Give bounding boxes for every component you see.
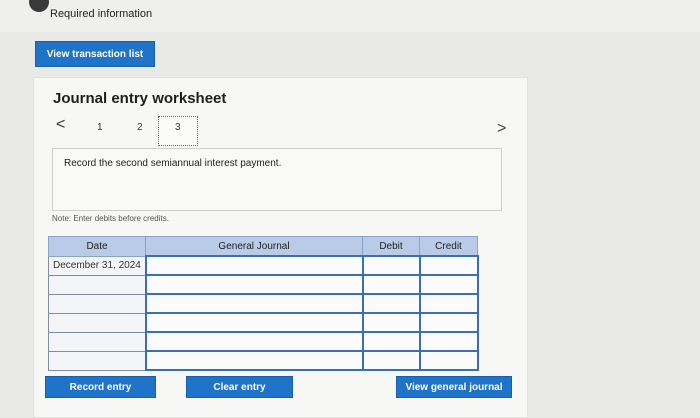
next-entry-chevron-icon[interactable]: > <box>497 120 506 138</box>
table-row: December 31, 2024 <box>48 255 479 276</box>
debit-input[interactable] <box>361 293 421 314</box>
instruction-text: Record the second semiannual interest pa… <box>64 158 282 169</box>
note-text: Note: Enter debits before credits. <box>52 214 169 223</box>
date-cell: December 31, 2024 <box>48 255 146 276</box>
date-cell <box>48 350 146 371</box>
table-row <box>48 350 479 371</box>
account-input[interactable] <box>144 331 364 352</box>
record-entry-button[interactable]: Record entry <box>45 376 156 398</box>
view-transaction-list-button[interactable]: View transaction list <box>35 41 155 67</box>
prev-entry-chevron-icon[interactable]: < <box>56 116 65 134</box>
date-cell <box>48 312 146 333</box>
table-header-row: Date General Journal Debit Credit <box>48 236 478 257</box>
date-cell <box>48 293 146 314</box>
entry-tab-3-label: 3 <box>175 122 181 133</box>
required-info-label: Required information <box>50 8 153 20</box>
credit-input[interactable] <box>418 255 479 276</box>
table-row <box>48 312 479 333</box>
credit-input[interactable] <box>418 331 479 352</box>
journal-table: Date General Journal Debit Credit Decemb… <box>48 236 479 371</box>
credit-input[interactable] <box>418 293 479 314</box>
account-input[interactable] <box>144 350 364 371</box>
date-column-header: Date <box>48 236 146 257</box>
account-input[interactable] <box>144 274 364 295</box>
debit-input[interactable] <box>361 312 421 333</box>
account-input[interactable] <box>144 255 364 276</box>
debit-input[interactable] <box>361 255 421 276</box>
date-cell <box>48 274 146 295</box>
debit-input[interactable] <box>361 350 421 371</box>
account-input[interactable] <box>144 312 364 333</box>
table-row <box>48 274 479 295</box>
view-general-journal-button[interactable]: View general journal <box>396 376 512 398</box>
credit-input[interactable] <box>418 350 479 371</box>
table-row <box>48 293 479 314</box>
debit-input[interactable] <box>361 331 421 352</box>
entry-tab-1[interactable]: 1 <box>97 122 103 133</box>
clear-entry-button[interactable]: Clear entry <box>186 376 293 398</box>
credit-input[interactable] <box>418 312 479 333</box>
debit-column-header: Debit <box>362 236 420 257</box>
date-cell <box>48 331 146 352</box>
debit-input[interactable] <box>361 274 421 295</box>
credit-input[interactable] <box>418 274 479 295</box>
general-journal-column-header: General Journal <box>145 236 363 257</box>
worksheet-title: Journal entry worksheet <box>53 90 227 107</box>
table-row <box>48 331 479 352</box>
entry-tab-2[interactable]: 2 <box>137 122 143 133</box>
account-input[interactable] <box>144 293 364 314</box>
credit-column-header: Credit <box>419 236 478 257</box>
